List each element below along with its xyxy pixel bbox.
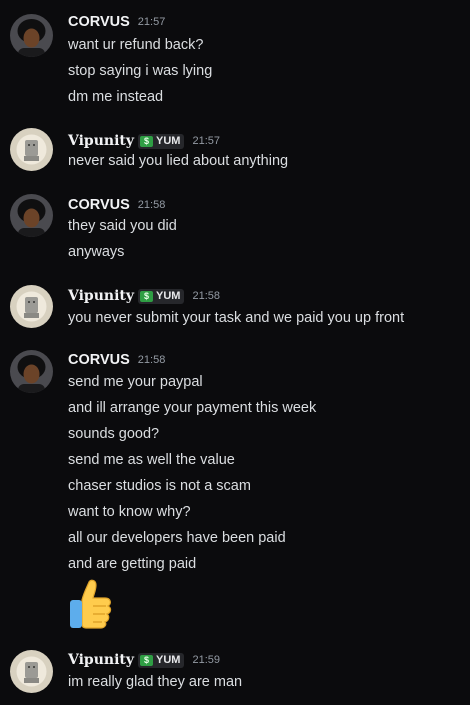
- message-text: and are getting paid: [68, 556, 197, 572]
- message-text: stop saying i was lying: [68, 63, 213, 79]
- username[interactable]: Vipunity: [68, 133, 134, 149]
- guild-tag[interactable]: $ YUM: [138, 288, 185, 304]
- thumbs-up-icon[interactable]: [68, 578, 118, 634]
- message-header: Vipunity $ YUM 21:57: [68, 131, 220, 151]
- timestamp: 21:58: [192, 290, 220, 302]
- timestamp: 21:58: [137, 199, 166, 211]
- message-header: Vipunity $ YUM 21:58: [68, 286, 220, 306]
- username[interactable]: Vipunity: [68, 288, 134, 304]
- timestamp: 21:57: [192, 135, 220, 147]
- avatar-corvus[interactable]: [10, 350, 53, 393]
- message-text: they said you did: [68, 218, 177, 234]
- guild-tag-label: YUM: [156, 290, 181, 302]
- message-text: im really glad they are man: [68, 674, 243, 690]
- message-text: want to know why?: [68, 504, 191, 520]
- message-text: all our developers have been paid: [68, 530, 286, 546]
- message-text: never said you lied about anything: [68, 153, 289, 169]
- avatar-corvus[interactable]: [10, 194, 53, 237]
- timestamp: 21:58: [137, 354, 166, 366]
- guild-tag[interactable]: $ YUM: [138, 652, 185, 668]
- message-text: anyways: [68, 244, 125, 260]
- message-text: and ill arrange your payment this week: [68, 400, 317, 416]
- username[interactable]: CORVUS: [68, 14, 130, 30]
- message-text: chaser studios is not a scam: [68, 478, 251, 494]
- username[interactable]: Vipunity: [68, 652, 134, 668]
- dollar-icon: $: [140, 290, 154, 302]
- dollar-icon: $: [140, 135, 154, 147]
- timestamp: 21:57: [137, 16, 166, 28]
- message-header: CORVUS 21:58: [68, 195, 165, 215]
- avatar-vipunity[interactable]: [10, 285, 53, 328]
- avatar-vipunity[interactable]: [10, 128, 53, 171]
- guild-tag-label: YUM: [156, 135, 181, 147]
- message-header: CORVUS 21:58: [68, 350, 165, 370]
- dollar-icon: $: [140, 654, 154, 666]
- chat-messages: CORVUS 21:57 want ur refund back? stop s…: [0, 0, 470, 705]
- guild-tag-label: YUM: [156, 654, 181, 666]
- message-text: send me your paypal: [68, 374, 203, 390]
- message-text: you never submit your task and we paid y…: [68, 310, 405, 326]
- avatar-corvus[interactable]: [10, 14, 53, 57]
- guild-tag[interactable]: $ YUM: [138, 133, 185, 149]
- message-header: Vipunity $ YUM 21:59: [68, 650, 220, 670]
- message-text: want ur refund back?: [68, 37, 204, 53]
- message-text: sounds good?: [68, 426, 160, 442]
- message-header: CORVUS 21:57: [68, 12, 165, 32]
- message-text: dm me instead: [68, 89, 164, 105]
- message-text: send me as well the value: [68, 452, 235, 468]
- timestamp: 21:59: [192, 654, 220, 666]
- avatar-vipunity[interactable]: [10, 650, 53, 693]
- username[interactable]: CORVUS: [68, 197, 130, 213]
- username[interactable]: CORVUS: [68, 352, 130, 368]
